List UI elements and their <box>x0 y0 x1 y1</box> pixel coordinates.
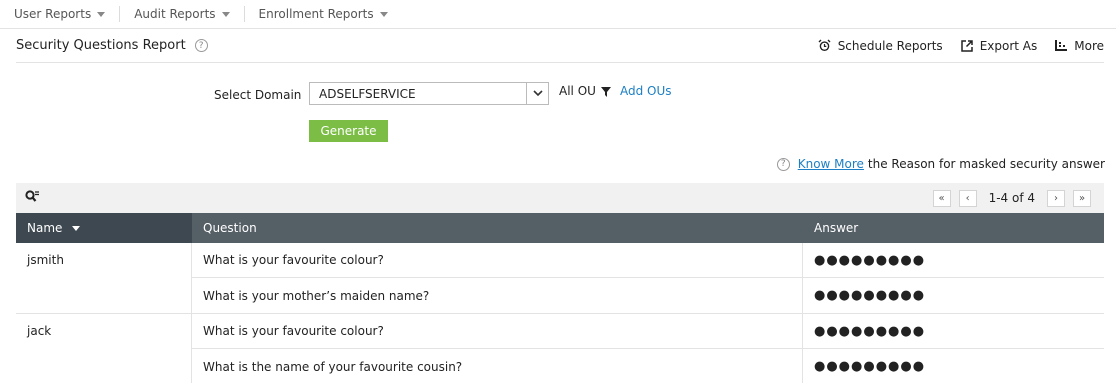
more-button[interactable]: More <box>1055 39 1104 53</box>
nav-label: Enrollment Reports <box>258 7 374 21</box>
user-group: jack What is your favourite colour? ●●●●… <box>16 314 1104 383</box>
top-nav: User Reports Audit Reports Enrollment Re… <box>0 0 1116 29</box>
table-row[interactable]: What is your favourite colour? ●●●●●●●●● <box>192 243 1104 278</box>
masked-answer-cell: ●●●●●●●●● <box>814 323 926 339</box>
nav-label: Audit Reports <box>134 7 216 21</box>
nav-audit-reports[interactable]: Audit Reports <box>120 0 243 29</box>
question-rows: What is your favourite colour? ●●●●●●●●●… <box>192 243 1104 313</box>
masked-answer-cell: ●●●●●●●●● <box>814 252 926 268</box>
domain-select[interactable]: ADSELFSERVICE <box>309 82 549 105</box>
ou-label: All OU <box>559 84 596 98</box>
export-label: Export As <box>979 38 1038 53</box>
column-label: Name <box>27 221 63 235</box>
schedule-label: Schedule Reports <box>837 38 943 53</box>
column-header-answer[interactable]: Answer <box>803 213 1104 243</box>
nav-user-reports[interactable]: User Reports <box>0 0 119 29</box>
column-label: Answer <box>814 221 859 235</box>
chevron-down-icon <box>221 11 230 17</box>
grid-toolbar: « ‹ 1-4 of 4 › » <box>16 183 1104 213</box>
schedule-reports-button[interactable]: Schedule Reports <box>818 39 943 53</box>
sort-down-icon <box>72 225 81 231</box>
more-icon <box>1055 40 1068 51</box>
info-text: the Reason for masked security answer <box>867 157 1105 171</box>
table-body: jsmith What is your favourite colour? ●●… <box>16 243 1104 383</box>
table-header: Name Question Answer <box>16 213 1104 243</box>
table-row[interactable]: What is the name of your favourite cousi… <box>192 349 1104 383</box>
generate-button[interactable]: Generate <box>309 120 388 142</box>
question-cell: What is your favourite colour? <box>192 243 803 277</box>
add-ous-link[interactable]: Add OUs <box>620 84 672 98</box>
masked-answer-info: ? Know More the Reason for masked securi… <box>776 157 1105 171</box>
report-actions: Schedule Reports Export As More <box>800 39 1104 53</box>
search-icon[interactable] <box>25 190 39 206</box>
masked-answer-cell: ●●●●●●●●● <box>814 359 926 374</box>
column-header-name[interactable]: Name <box>16 213 192 243</box>
chevron-down-icon <box>379 11 388 17</box>
nav-enrollment-reports[interactable]: Enrollment Reports <box>245 0 402 29</box>
question-cell: What is the name of your favourite cousi… <box>192 349 803 383</box>
first-page-button[interactable]: « <box>932 189 951 207</box>
user-name-cell: jack <box>16 314 192 383</box>
export-as-button[interactable]: Export As <box>960 38 1038 53</box>
question-cell: What is your favourite colour? <box>192 314 803 348</box>
chevron-down-icon[interactable] <box>526 83 548 104</box>
page-title: Security Questions Report <box>16 38 186 53</box>
user-name-cell: jsmith <box>16 243 192 313</box>
prev-page-button[interactable]: ‹ <box>958 189 977 207</box>
help-icon: ? <box>776 157 790 171</box>
page-range: 1-4 of 4 <box>988 191 1035 205</box>
masked-answer-cell: ●●●●●●●●● <box>814 288 926 303</box>
last-page-button[interactable]: » <box>1073 189 1091 207</box>
user-group: jsmith What is your favourite colour? ●●… <box>16 243 1104 314</box>
report-header: Security Questions Report ? Schedule Rep… <box>16 29 1104 63</box>
domain-value: ADSELFSERVICE <box>319 86 416 101</box>
filter-icon[interactable] <box>601 86 611 100</box>
column-header-question[interactable]: Question <box>192 213 803 243</box>
help-icon[interactable]: ? <box>194 39 208 52</box>
nav-label: User Reports <box>14 7 92 21</box>
column-label: Question <box>203 221 257 235</box>
more-label: More <box>1074 38 1104 53</box>
pagination: « ‹ 1-4 of 4 › » <box>929 189 1095 207</box>
question-cell: What is your mother’s maiden name? <box>192 278 803 313</box>
next-page-button[interactable]: › <box>1047 189 1065 207</box>
chevron-down-icon <box>97 11 106 17</box>
know-more-link[interactable]: Know More <box>798 157 864 171</box>
export-icon <box>960 39 973 52</box>
domain-label: Select Domain <box>214 88 302 102</box>
alarm-clock-icon <box>818 39 831 51</box>
table-row[interactable]: What is your mother’s maiden name? ●●●●●… <box>192 278 1104 313</box>
question-rows: What is your favourite colour? ●●●●●●●●●… <box>192 314 1104 383</box>
table-row[interactable]: What is your favourite colour? ●●●●●●●●● <box>192 314 1104 349</box>
